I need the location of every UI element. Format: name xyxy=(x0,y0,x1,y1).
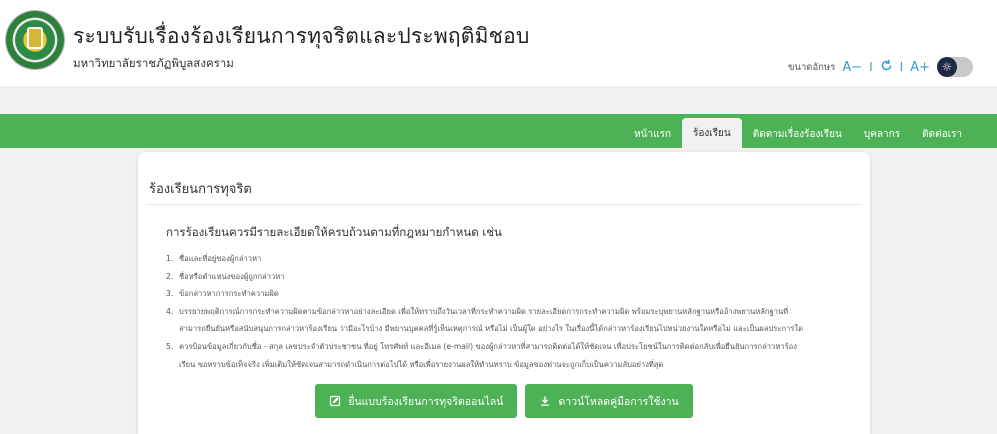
font-size-label: ขนาดอักษร xyxy=(787,61,836,73)
main-navbar: หน้าแรก ร้องเรียน ติดตามเรื่องร้องเรียน … xyxy=(0,114,997,148)
download-manual-label: ดาวน์โหลดคู่มือการใช้งาน xyxy=(558,395,679,408)
list-item: 2. ชื่อหรือตำแหน่งของผู้ถูกกล่าวหา xyxy=(166,271,285,281)
university-logo[interactable] xyxy=(6,11,64,69)
divider xyxy=(147,204,861,205)
font-decrease-button[interactable]: A− xyxy=(842,60,862,75)
font-reset-button[interactable] xyxy=(880,59,893,76)
list-item: 1. ชื่อและที่อยู่ของผู้กล่าวหา xyxy=(166,254,262,263)
refresh-icon xyxy=(881,59,891,70)
form-icon xyxy=(330,395,341,407)
accessibility-toolbar: ขนาดอักษร A− I I A+ ☼ xyxy=(788,57,973,77)
online-complaint-button[interactable]: ยื่นแบบร้องเรียนการทุจริตออนไลน์ xyxy=(315,384,518,418)
complaint-card: ร้องเรียนการทุจริต การร้องเรียนควรมีรายล… xyxy=(138,152,870,434)
list-item: 5. ควรป้อนข้อมูลเกี่ยวกับชื่อ - สกุล เลขป… xyxy=(166,341,797,351)
list-item-continuation: เรียน ขอทราบข้อเท็จจริง เพิ่มเติมให้ชัดเ… xyxy=(179,359,664,369)
nav-personnel[interactable]: บุคลากร xyxy=(853,120,911,148)
nav-track-complaint[interactable]: ติดตามเรื่องร้องเรียน xyxy=(742,120,853,148)
theme-toggle[interactable]: ☼ xyxy=(937,57,973,77)
site-header: ระบบรับเรื่องร้องเรียนการทุจริตและประพฤต… xyxy=(0,0,997,86)
download-icon xyxy=(541,396,550,406)
requirement-list: 1. ชื่อและที่อยู่ของผู้กล่าวหา 2. ชื่อหรือ… xyxy=(166,250,856,373)
card-title: ร้องเรียนการทุจริต xyxy=(149,182,252,197)
sun-icon: ☼ xyxy=(937,57,957,77)
action-buttons: ยื่นแบบร้องเรียนการทุจริตออนไลน์ ดาวน์โห… xyxy=(138,384,870,418)
separator: I xyxy=(869,60,873,74)
online-complaint-label: ยื่นแบบร้องเรียนการทุจริตออนไลน์ xyxy=(348,395,504,408)
nav-contact[interactable]: ติดต่อเรา xyxy=(911,120,973,148)
list-item: 4. บรรยายพฤติการณ์การกระทำความผิดตามข้อกล… xyxy=(166,306,789,316)
nav-complaint[interactable]: ร้องเรียน xyxy=(682,118,742,148)
download-manual-button[interactable]: ดาวน์โหลดคู่มือการใช้งาน xyxy=(525,384,693,418)
list-item: 3. ข้อกล่าวหาการกระทำความผิด xyxy=(166,289,279,299)
site-title: ระบบรับเรื่องร้องเรียนการทุจริตและประพฤต… xyxy=(73,24,530,48)
logo-emblem xyxy=(27,27,43,49)
font-increase-button[interactable]: A+ xyxy=(910,60,930,75)
main-nav: หน้าแรก ร้องเรียน ติดตามเรื่องร้องเรียน … xyxy=(623,114,973,148)
card-lead: การร้องเรียนควรมีรายละเอียดให้ครบถ้วนตาม… xyxy=(166,225,502,239)
list-item-continuation: สามารถยืนยันหรือสนับสนุนการกล่าวหาร้องเร… xyxy=(179,324,804,334)
site-subtitle: มหาวิทยาลัยราชภัฏพิบูลสงคราม xyxy=(73,56,234,70)
separator: I xyxy=(899,60,904,74)
nav-home[interactable]: หน้าแรก xyxy=(623,120,682,148)
